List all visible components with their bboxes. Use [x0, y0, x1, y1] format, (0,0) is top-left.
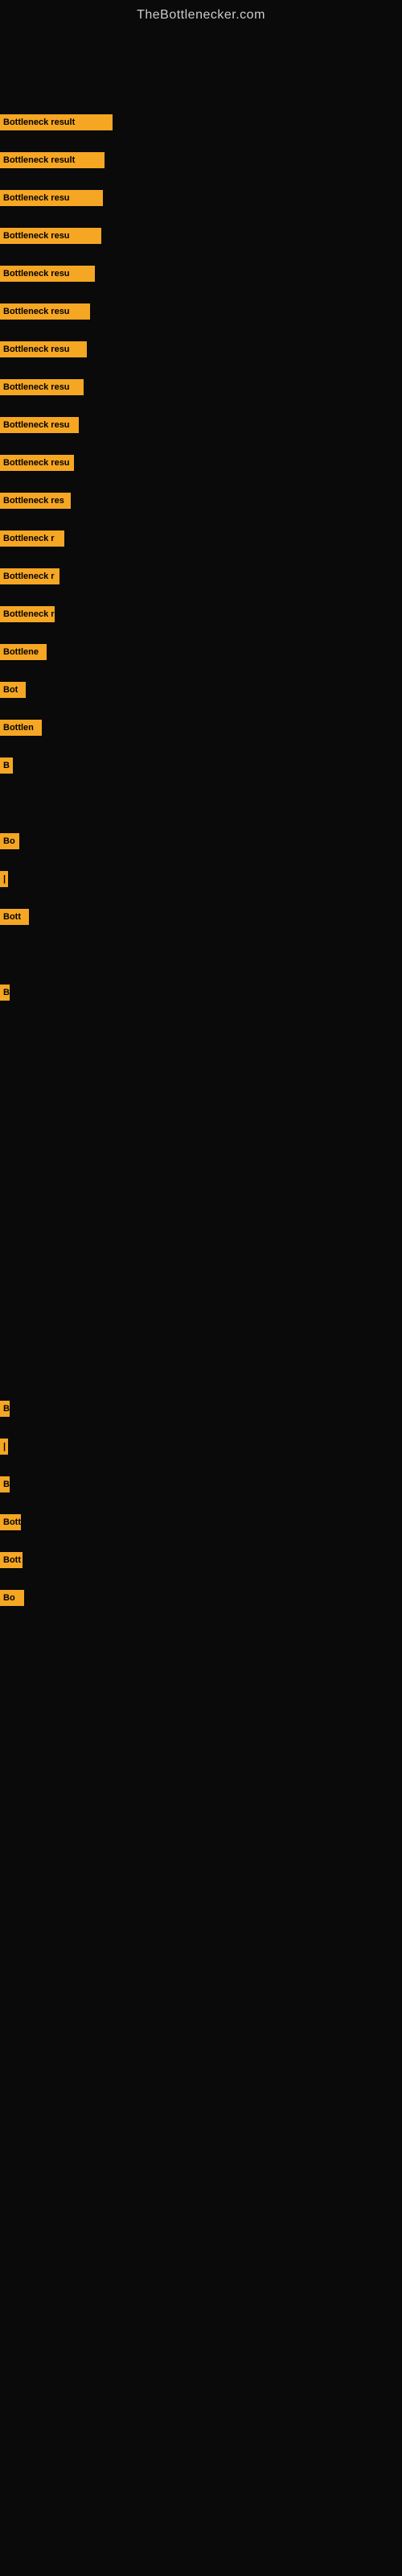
- bar-label-15: Bot: [0, 682, 26, 698]
- site-title: TheBottlenecker.com: [0, 0, 402, 29]
- bar-label-8: Bottleneck resu: [0, 417, 79, 433]
- bar-item-1: Bottleneck result: [0, 152, 105, 168]
- bar-label-11: Bottleneck r: [0, 530, 64, 547]
- bar-item-4: Bottleneck resu: [0, 266, 95, 282]
- bar-label-9: Bottleneck resu: [0, 455, 74, 471]
- bar-label-23: |: [0, 1439, 8, 1455]
- bar-item-23: |: [0, 1439, 8, 1455]
- bar-label-18: Bo: [0, 833, 19, 849]
- bar-item-18: Bo: [0, 833, 19, 849]
- bar-label-3: Bottleneck resu: [0, 228, 101, 244]
- bar-label-16: Bottlen: [0, 720, 42, 736]
- bar-label-27: Bo: [0, 1590, 24, 1606]
- bar-item-6: Bottleneck resu: [0, 341, 87, 357]
- bar-item-7: Bottleneck resu: [0, 379, 84, 395]
- bar-item-19: |: [0, 871, 8, 887]
- bar-label-5: Bottleneck resu: [0, 303, 90, 320]
- bar-label-21: B: [0, 985, 10, 1001]
- bar-label-19: |: [0, 871, 8, 887]
- bar-item-0: Bottleneck result: [0, 114, 113, 130]
- bar-item-24: B: [0, 1476, 10, 1492]
- bar-label-6: Bottleneck resu: [0, 341, 87, 357]
- bar-item-5: Bottleneck resu: [0, 303, 90, 320]
- bar-item-3: Bottleneck resu: [0, 228, 101, 244]
- bar-label-13: Bottleneck r: [0, 606, 55, 622]
- bar-label-25: Bott: [0, 1514, 21, 1530]
- bar-item-12: Bottleneck r: [0, 568, 59, 584]
- bar-item-16: Bottlen: [0, 720, 42, 736]
- bar-label-24: B: [0, 1476, 10, 1492]
- bar-label-12: Bottleneck r: [0, 568, 59, 584]
- bar-label-4: Bottleneck resu: [0, 266, 95, 282]
- bar-label-10: Bottleneck res: [0, 493, 71, 509]
- bar-label-14: Bottlene: [0, 644, 47, 660]
- bar-item-2: Bottleneck resu: [0, 190, 103, 206]
- bar-label-22: B: [0, 1401, 10, 1417]
- bar-item-10: Bottleneck res: [0, 493, 71, 509]
- bar-item-22: B: [0, 1401, 10, 1417]
- bar-item-26: Bott: [0, 1552, 23, 1568]
- bar-label-20: Bott: [0, 909, 29, 925]
- bar-label-17: B: [0, 758, 13, 774]
- bar-item-25: Bott: [0, 1514, 21, 1530]
- bar-item-21: B: [0, 985, 10, 1001]
- bar-item-11: Bottleneck r: [0, 530, 64, 547]
- bar-label-0: Bottleneck result: [0, 114, 113, 130]
- bar-label-1: Bottleneck result: [0, 152, 105, 168]
- bar-item-13: Bottleneck r: [0, 606, 55, 622]
- bar-label-7: Bottleneck resu: [0, 379, 84, 395]
- bar-item-9: Bottleneck resu: [0, 455, 74, 471]
- bar-item-8: Bottleneck resu: [0, 417, 79, 433]
- bar-item-20: Bott: [0, 909, 29, 925]
- bar-item-15: Bot: [0, 682, 26, 698]
- bar-item-17: B: [0, 758, 13, 774]
- bar-label-2: Bottleneck resu: [0, 190, 103, 206]
- bar-item-27: Bo: [0, 1590, 24, 1606]
- bar-label-26: Bott: [0, 1552, 23, 1568]
- bar-item-14: Bottlene: [0, 644, 47, 660]
